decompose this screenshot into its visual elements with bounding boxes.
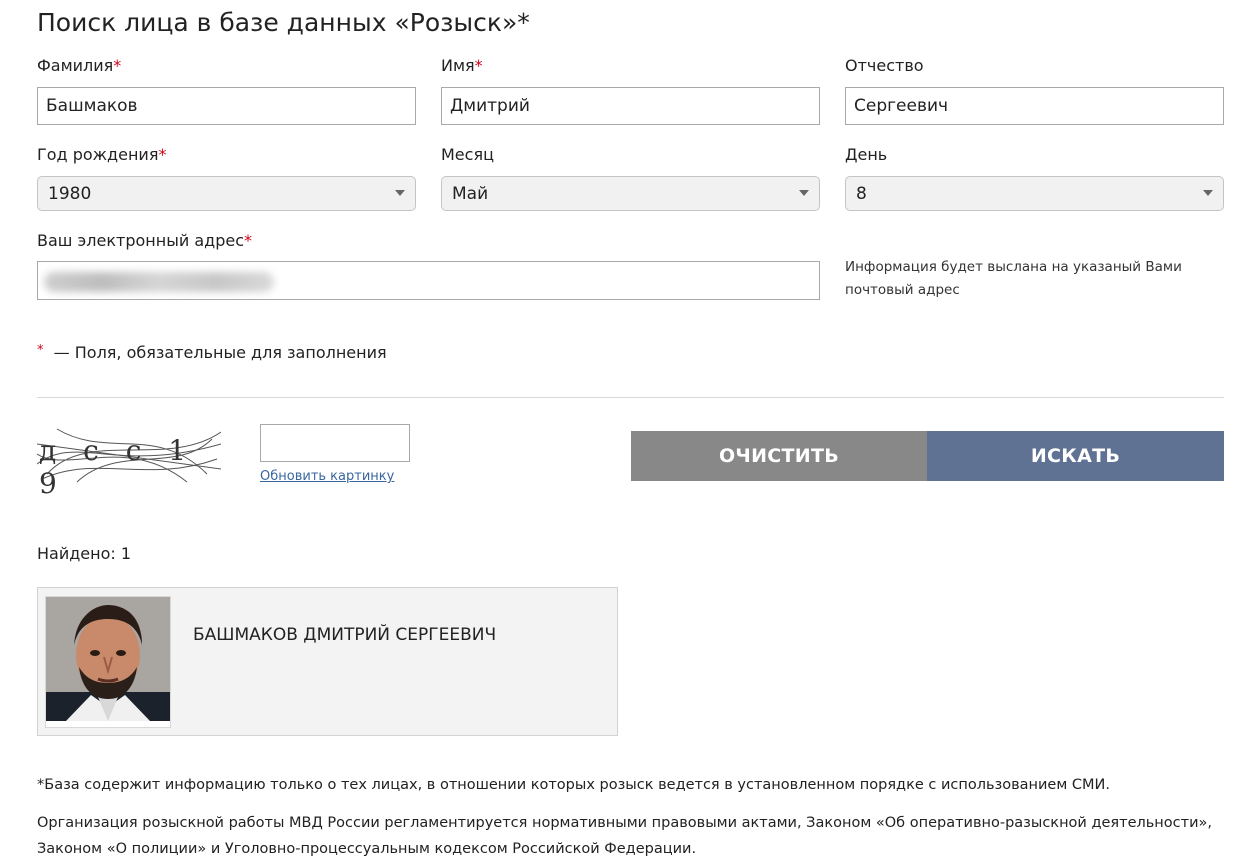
name-input[interactable]: Дмитрий: [441, 87, 820, 125]
required-mark: *: [244, 231, 252, 250]
patronymic-input[interactable]: Сергеевич: [845, 87, 1224, 125]
month-select[interactable]: Май: [441, 176, 820, 211]
required-mark: *: [113, 56, 122, 75]
result-person-name[interactable]: БАШМАКОВ ДМИТРИЙ СЕРГЕЕВИЧ: [193, 625, 496, 645]
divider: [37, 397, 1224, 398]
year-label: Год рождения*: [37, 145, 167, 164]
footer-note-legal: Организация розыскной работы МВД России …: [37, 815, 1212, 857]
required-mark: *: [158, 145, 167, 164]
day-select[interactable]: 8: [845, 176, 1224, 211]
patronymic-label: Отчество: [845, 56, 924, 75]
email-label: Ваш электронный адрес*: [37, 231, 252, 250]
captcha-text: д с с 1 9: [39, 434, 196, 500]
day-label: День: [845, 145, 888, 164]
chevron-down-icon: [395, 190, 405, 196]
refresh-captcha-link[interactable]: Обновить картинку: [260, 469, 394, 484]
required-note: * — Поля, обязательные для заполнения: [37, 343, 387, 362]
year-select-value: 1980: [48, 183, 92, 204]
year-select[interactable]: 1980: [37, 176, 416, 211]
chevron-down-icon: [1203, 190, 1213, 196]
person-photo-image: [46, 597, 170, 721]
clear-button[interactable]: ОЧИСТИТЬ: [631, 431, 927, 481]
name-label: Имя*: [441, 56, 483, 75]
blurred-email: [44, 272, 274, 292]
person-photo[interactable]: [45, 596, 171, 728]
required-mark: *: [474, 56, 483, 75]
month-select-value: Май: [452, 183, 489, 204]
footer-note-database: *База содержит информацию только о тех л…: [37, 777, 1110, 793]
results-count: Найдено: 1: [37, 544, 132, 563]
email-hint: Информация будет выслана на указаный Вам…: [845, 259, 1182, 298]
captcha-image: д с с 1 9: [36, 424, 222, 500]
required-mark: *: [37, 343, 44, 358]
result-card[interactable]: БАШМАКОВ ДМИТРИЙ СЕРГЕЕВИЧ: [37, 587, 618, 736]
chevron-down-icon: [799, 190, 809, 196]
email-input[interactable]: [37, 261, 820, 300]
captcha-input[interactable]: [260, 424, 410, 462]
surname-input[interactable]: Башмаков: [37, 87, 416, 125]
page-title: Поиск лица в базе данных «Розыск»*: [37, 8, 530, 37]
month-label: Месяц: [441, 145, 494, 164]
surname-label: Фамилия*: [37, 56, 122, 75]
search-button[interactable]: ИСКАТЬ: [927, 431, 1224, 481]
day-select-value: 8: [856, 183, 867, 204]
